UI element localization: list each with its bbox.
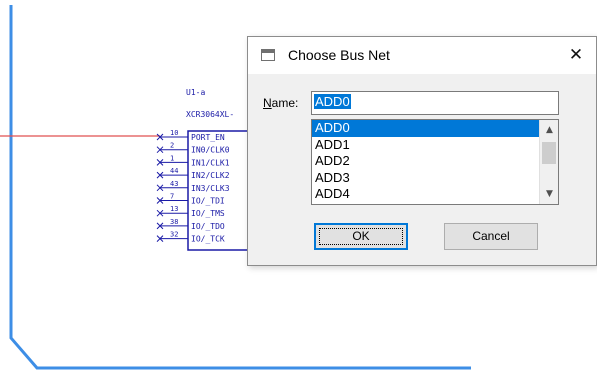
list-item[interactable]: ADD1 — [312, 137, 539, 154]
part-reference: U1-a — [186, 88, 205, 97]
scroll-up-icon[interactable]: ▲ — [540, 122, 558, 138]
pin-name: IO/_TDI — [191, 197, 225, 206]
pin-name: IN1/CLK1 — [191, 158, 230, 167]
scroll-thumb[interactable] — [542, 142, 556, 164]
pin-number: 43 — [170, 180, 178, 188]
list-item[interactable]: ADD3 — [312, 170, 539, 187]
ok-button[interactable]: OK — [314, 223, 408, 250]
pin-list: 10 PORT_EN 2 IN0/CLK0 1 IN1/CLK1 44 IN2/CLK2 43 I… — [156, 129, 230, 244]
pin-name: IO/_TMS — [191, 209, 225, 218]
name-label-mnemonic: N — [263, 96, 272, 110]
cancel-button-label: Cancel — [472, 229, 510, 243]
focus-rectangle — [319, 228, 403, 245]
list-item[interactable]: ADD2 — [312, 153, 539, 170]
dialog-titlebar[interactable]: Choose Bus Net ✕ — [248, 37, 596, 74]
cancel-button[interactable]: Cancel — [444, 223, 538, 250]
pin-number: 7 — [170, 193, 174, 201]
name-input[interactable]: ADD0 — [311, 91, 559, 115]
list-items-container: ADD0 ADD1 ADD2 ADD3 ADD4 — [312, 120, 539, 203]
pin-name: PORT_EN — [191, 133, 225, 142]
pin-number: 2 — [170, 142, 174, 150]
pin-number: 44 — [170, 167, 178, 175]
dialog-title: Choose Bus Net — [288, 47, 390, 63]
bus-net-list[interactable]: ADD0 ADD1 ADD2 ADD3 ADD4 ▲ ▼ — [311, 119, 559, 205]
pin-number: 13 — [170, 205, 178, 213]
pin-number: 10 — [170, 129, 178, 137]
pin-name: IN0/CLK0 — [191, 146, 230, 155]
pin-name: IN3/CLK3 — [191, 184, 230, 193]
pin-name: IO/_TCK — [191, 235, 225, 244]
list-item[interactable]: ADD4 — [312, 186, 539, 203]
pin-number: 1 — [170, 154, 174, 162]
pin-number: 32 — [170, 231, 178, 239]
pin-name: IN2/CLK2 — [191, 171, 230, 180]
list-item[interactable]: ADD0 — [312, 120, 539, 137]
scroll-down-icon[interactable]: ▼ — [540, 186, 558, 202]
pin-number: 38 — [170, 218, 178, 226]
pin-name: IO/_TDO — [191, 222, 225, 231]
close-icon[interactable]: ✕ — [556, 37, 596, 74]
choose-bus-net-dialog: Choose Bus Net ✕ Name: ADD0 ADD0 ADD1 ADD2… — [247, 36, 597, 266]
part-type: XCR3064XL- — [186, 110, 234, 119]
list-scrollbar[interactable]: ▲ ▼ — [539, 120, 558, 204]
name-label-rest: ame: — [271, 96, 299, 110]
window-icon — [261, 49, 275, 61]
name-input-value: ADD0 — [314, 94, 351, 109]
name-label: Name: — [263, 96, 298, 110]
